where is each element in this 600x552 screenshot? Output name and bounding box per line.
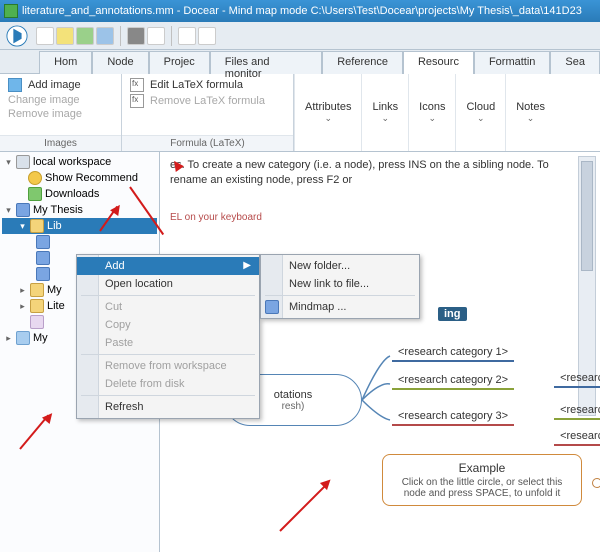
ctx-item-copy[interactable]: Copy: [77, 316, 259, 334]
remove-latex-button[interactable]: Remove LaTeX formula: [130, 94, 285, 108]
print-button[interactable]: [147, 27, 165, 45]
mindmap-icon: [36, 267, 50, 281]
tree-item-doc[interactable]: [2, 234, 157, 250]
chevron-down-icon: ⌄: [527, 113, 535, 124]
open-recent-button[interactable]: [76, 27, 94, 45]
ctx-item-new-folder[interactable]: New folder...: [261, 257, 419, 275]
mindmap-node-cat3[interactable]: <research category 3>: [392, 410, 514, 426]
thesis-icon: [16, 203, 30, 217]
node-fragment-ing[interactable]: ing: [438, 307, 467, 321]
download-icon: [28, 187, 42, 201]
ribbon-tabs: Hom Node Projec Files and monitor Refere…: [0, 50, 600, 74]
ribbon-group-formula-label: Formula (LaTeX): [122, 135, 293, 151]
image-icon: [8, 78, 22, 92]
context-submenu-add[interactable]: New folder... New link to file... Mindma…: [260, 254, 420, 319]
ctx-separator: [81, 354, 255, 355]
docear-logo-icon: [6, 25, 28, 47]
tree-item-recommend[interactable]: Show Recommend: [2, 170, 157, 186]
icons-dropdown[interactable]: Icons⌄: [408, 74, 455, 151]
chevron-down-icon: ⌄: [477, 113, 485, 124]
attributes-dropdown[interactable]: Attributes⌄: [294, 74, 361, 151]
notes-dropdown[interactable]: Notes⌄: [505, 74, 555, 151]
root-line1: otations: [274, 389, 313, 401]
fold-circle-icon[interactable]: [592, 478, 600, 488]
app-doc-icon: [4, 4, 18, 18]
mindmap-node-cat-r2[interactable]: <research ca: [554, 404, 600, 420]
formula-remove-icon: [130, 94, 144, 108]
tab-search[interactable]: Sea: [550, 51, 600, 74]
mindmap-node-cat-r3[interactable]: <research ca: [554, 430, 600, 446]
mindmap-icon: [265, 300, 279, 314]
chevron-down-icon: ⌄: [382, 113, 390, 124]
example-subtitle: Click on the little circle, or select th…: [391, 477, 573, 499]
ctx-separator: [265, 295, 415, 296]
ribbon-group-images-label: Images: [0, 135, 121, 151]
chevron-down-icon: ⌄: [429, 113, 437, 124]
new-file-button[interactable]: [36, 27, 54, 45]
tab-home[interactable]: Hom: [39, 51, 92, 74]
toolbar-separator: [120, 26, 121, 46]
tab-project[interactable]: Projec: [149, 51, 210, 74]
canvas-hint-text: es. To create a new category (i.e. a nod…: [170, 158, 564, 189]
undo-button[interactable]: [178, 27, 196, 45]
change-image-button[interactable]: Change image: [8, 94, 113, 106]
context-menu[interactable]: Add▶ Open location Cut Copy Paste Remove…: [76, 254, 260, 419]
edit-latex-button[interactable]: Edit LaTeX formula: [130, 78, 285, 92]
tab-formatting[interactable]: Formattin: [474, 51, 550, 74]
ctx-item-remove-workspace[interactable]: Remove from workspace: [77, 357, 259, 375]
tab-files-monitor[interactable]: Files and monitor: [210, 51, 322, 74]
mindmap-node-cat2[interactable]: <research category 2>: [392, 374, 514, 390]
references-icon: [30, 315, 44, 329]
folder-icon: [30, 283, 44, 297]
window-titlebar: literature_and_annotations.mm - Docear -…: [0, 0, 600, 22]
ctx-separator: [81, 295, 255, 296]
ctx-item-delete-disk[interactable]: Delete from disk: [77, 375, 259, 393]
ctx-item-open-location[interactable]: Open location: [77, 275, 259, 293]
tree-item-library[interactable]: ▾Lib: [2, 218, 157, 234]
folder-icon: [16, 331, 30, 345]
tab-node[interactable]: Node: [92, 51, 148, 74]
cloud-dropdown[interactable]: Cloud⌄: [455, 74, 505, 151]
ctx-item-new-link-file[interactable]: New link to file...: [261, 275, 419, 293]
mindmap-icon: [36, 251, 50, 265]
tab-resource[interactable]: Resourc: [403, 51, 474, 74]
ctx-item-refresh[interactable]: Refresh: [77, 398, 259, 416]
ctx-item-paste[interactable]: Paste: [77, 334, 259, 352]
ctx-item-cut[interactable]: Cut: [77, 298, 259, 316]
submenu-arrow-icon: ▶: [243, 260, 251, 271]
workspace-icon: [16, 155, 30, 169]
redo-button[interactable]: [198, 27, 216, 45]
folder-open-icon: [30, 219, 44, 233]
formula-icon: [130, 78, 144, 92]
save-button[interactable]: [96, 27, 114, 45]
quick-toolbar: [0, 22, 600, 50]
tree-item-my-thesis[interactable]: ▾My Thesis: [2, 202, 157, 218]
canvas-hint-cut: EL on your keyboard: [170, 212, 262, 223]
chevron-down-icon: ⌄: [324, 113, 332, 124]
ribbon: Add image Change image Remove image Imag…: [0, 74, 600, 152]
star-icon: [28, 171, 42, 185]
toolbar-separator: [171, 26, 172, 46]
example-title: Example: [459, 461, 506, 475]
save-all-button[interactable]: [127, 27, 145, 45]
tab-reference[interactable]: Reference: [322, 51, 403, 74]
mindmap-node-cat-r1[interactable]: <research ca: [554, 372, 600, 388]
open-file-button[interactable]: [56, 27, 74, 45]
ctx-separator: [81, 395, 255, 396]
mindmap-example-node[interactable]: Example Click on the little circle, or s…: [382, 454, 582, 506]
links-dropdown[interactable]: Links⌄: [361, 74, 408, 151]
add-image-button[interactable]: Add image: [8, 78, 113, 92]
scrollbar-thumb[interactable]: [581, 161, 593, 271]
mindmap-icon: [36, 235, 50, 249]
tree-root[interactable]: ▾local workspace: [2, 154, 157, 170]
ctx-item-add[interactable]: Add▶: [77, 257, 259, 275]
mindmap-node-cat1[interactable]: <research category 1>: [392, 346, 514, 362]
folder-icon: [30, 299, 44, 313]
ctx-item-mindmap[interactable]: Mindmap ...: [261, 298, 419, 316]
remove-image-button[interactable]: Remove image: [8, 108, 113, 120]
window-title: literature_and_annotations.mm - Docear -…: [22, 5, 582, 17]
root-line2: resh): [282, 401, 305, 412]
